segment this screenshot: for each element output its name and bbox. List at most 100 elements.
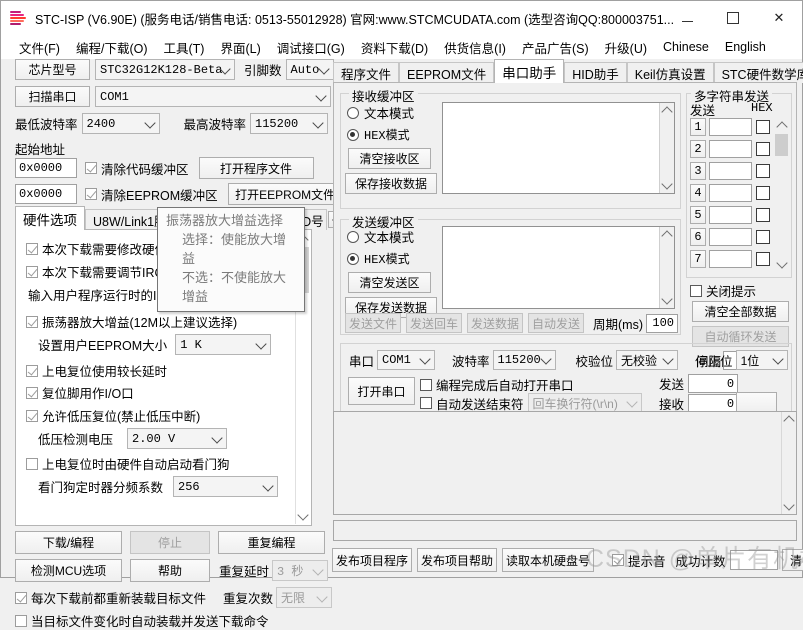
- clear-eeprom-buffer-checkbox[interactable]: 清除EEPROM缓冲区: [85, 185, 218, 204]
- menu-product-ads[interactable]: 产品广告(S): [514, 36, 597, 59]
- multistring-input-6[interactable]: [709, 228, 752, 246]
- oscillator-gain-checkbox[interactable]: 振荡器放大增益(12M以上建议选择): [26, 312, 237, 331]
- tab-serial-assistant[interactable]: 串口助手: [494, 59, 565, 83]
- download-program-button[interactable]: 下载/编程: [15, 531, 122, 554]
- multistring-scrollbar[interactable]: [774, 118, 789, 272]
- multistring-send-button-6[interactable]: 6: [690, 228, 706, 246]
- multistring-hex-checkbox-2[interactable]: [756, 142, 770, 156]
- multistring-send-button-2[interactable]: 2: [690, 140, 706, 158]
- publish-project-help-button[interactable]: 发布项目帮助: [417, 548, 497, 572]
- beep-checkbox[interactable]: 提示音: [612, 551, 666, 570]
- multistring-input-3[interactable]: [709, 162, 752, 180]
- clear-send-button[interactable]: 清空发送区: [348, 272, 431, 293]
- scroll-down-icon[interactable]: [661, 178, 673, 190]
- multistring-send-button-7[interactable]: 7: [690, 250, 706, 268]
- log-scrollbar[interactable]: [781, 412, 796, 514]
- menu-upgrade[interactable]: 升级(U): [597, 36, 655, 59]
- long-reset-delay-checkbox[interactable]: 上电复位使用较长延时: [26, 361, 167, 380]
- menu-chinese[interactable]: Chinese: [655, 38, 717, 56]
- send-scrollbar[interactable]: [659, 227, 674, 308]
- receive-text-mode-radio[interactable]: 文本模式: [347, 103, 414, 122]
- multistring-input-7[interactable]: [709, 250, 752, 268]
- scroll-down-icon[interactable]: [297, 509, 309, 521]
- multistring-input-1[interactable]: [709, 118, 752, 136]
- multistring-input-2[interactable]: [709, 140, 752, 158]
- open-eeprom-file-button[interactable]: 打开EEPROM文件: [227, 183, 343, 205]
- multistring-hex-checkbox-5[interactable]: [756, 208, 770, 222]
- auto-open-port-checkbox[interactable]: 编程完成后自动打开串口: [420, 375, 574, 394]
- multistring-input-5[interactable]: [709, 206, 752, 224]
- multistring-input-4[interactable]: [709, 184, 752, 202]
- allow-lvd-reset-checkbox[interactable]: 允许低压复位(禁止低压中断): [26, 406, 200, 425]
- open-program-file-button[interactable]: 打开程序文件: [198, 157, 314, 179]
- save-receive-button[interactable]: 保存接收数据: [345, 173, 437, 194]
- scroll-down-icon[interactable]: [775, 257, 788, 269]
- auto-watchdog-checkbox[interactable]: 上电复位时由硬件自动启动看门狗: [26, 454, 230, 473]
- tab-program-file[interactable]: 程序文件: [333, 62, 400, 83]
- chip-model-button[interactable]: 芯片型号: [15, 59, 90, 80]
- chip-model-select[interactable]: STC32G12K128-Beta: [95, 59, 235, 80]
- open-serial-port-button[interactable]: 打开串口: [348, 377, 415, 405]
- tab-eeprom-file[interactable]: EEPROM文件: [399, 62, 495, 83]
- menu-file[interactable]: 文件(F): [11, 36, 68, 59]
- serial-port-select[interactable]: COM1: [95, 86, 331, 107]
- send-buffer-textarea[interactable]: [442, 226, 675, 309]
- wdt-prescale-select[interactable]: 256: [173, 476, 279, 497]
- multistring-hex-checkbox-1[interactable]: [756, 120, 770, 134]
- log-output-box[interactable]: [333, 411, 797, 515]
- auto-reload-on-change-checkbox[interactable]: 当目标文件变化时自动装载并发送下载命令: [15, 611, 269, 630]
- multistring-hex-checkbox-4[interactable]: [756, 186, 770, 200]
- menu-interface[interactable]: 界面(L): [212, 36, 268, 59]
- scan-port-button[interactable]: 扫描串口: [15, 86, 90, 107]
- eeprom-size-select[interactable]: 1 K: [175, 334, 272, 355]
- tab-stc-math-library[interactable]: STC硬件数学库: [713, 62, 803, 83]
- scrollbar-thumb[interactable]: [775, 134, 788, 156]
- clear-success-count-button[interactable]: 清零: [781, 549, 803, 571]
- reset-as-io-checkbox[interactable]: 复位脚用作I/O口: [26, 383, 134, 402]
- clear-counters-button[interactable]: [736, 392, 777, 413]
- menu-program-download[interactable]: 编程/下载(O): [68, 36, 156, 59]
- menu-english[interactable]: English: [717, 38, 774, 56]
- lvd-voltage-select[interactable]: 2.00 V: [127, 428, 228, 449]
- serial-settings-port-select[interactable]: COM1: [377, 350, 436, 370]
- code-address-input[interactable]: 0x0000: [15, 158, 77, 178]
- clear-receive-button[interactable]: 清空接收区: [348, 148, 431, 169]
- scroll-up-icon[interactable]: [661, 230, 673, 242]
- minimize-button[interactable]: [664, 1, 710, 35]
- tab-hardware-options[interactable]: 硬件选项: [15, 206, 85, 230]
- scroll-down-icon[interactable]: [783, 499, 795, 511]
- send-period-input[interactable]: 100: [646, 313, 678, 333]
- pin-count-select[interactable]: Auto: [285, 59, 334, 80]
- clear-all-data-button[interactable]: 清空全部数据: [692, 301, 789, 322]
- scroll-up-icon[interactable]: [661, 106, 673, 118]
- clear-code-buffer-checkbox[interactable]: 清除代码缓冲区: [85, 159, 189, 178]
- send-text-mode-radio[interactable]: 文本模式: [347, 227, 414, 246]
- min-baud-select[interactable]: 2400: [81, 113, 160, 134]
- serial-stopbit-select[interactable]: 1位: [735, 350, 788, 370]
- auto-send-terminator-checkbox[interactable]: 自动发送结束符: [420, 394, 524, 413]
- read-disk-id-button[interactable]: 读取本机硬盘号: [502, 548, 594, 572]
- menu-tools[interactable]: 工具(T): [156, 36, 213, 59]
- multistring-send-button-5[interactable]: 5: [690, 206, 706, 224]
- max-baud-select[interactable]: 115200: [250, 113, 329, 134]
- repeat-program-button[interactable]: 重复编程: [218, 531, 325, 554]
- scroll-up-icon[interactable]: [783, 415, 795, 427]
- close-button[interactable]: ✕: [756, 1, 802, 35]
- multistring-send-button-4[interactable]: 4: [690, 184, 706, 202]
- scroll-down-icon[interactable]: [661, 293, 673, 305]
- tab-keil-simulation[interactable]: Keil仿真设置: [626, 62, 714, 83]
- menu-downloads[interactable]: 资料下载(D): [353, 36, 436, 59]
- reload-before-download-checkbox[interactable]: 每次下载前都重新装载目标文件: [15, 588, 206, 607]
- tab-hid-assistant[interactable]: HID助手: [564, 62, 627, 83]
- multistring-hex-checkbox-6[interactable]: [756, 230, 770, 244]
- terminator-select[interactable]: 回车换行符(\r\n): [527, 393, 642, 413]
- menu-supply-info[interactable]: 供货信息(I): [436, 36, 514, 59]
- multistring-hex-checkbox-3[interactable]: [756, 164, 770, 178]
- detect-mcu-options-button[interactable]: 检测MCU选项: [15, 559, 122, 582]
- publish-project-program-button[interactable]: 发布项目程序: [332, 548, 412, 572]
- multistring-send-button-3[interactable]: 3: [690, 162, 706, 180]
- repeat-count-select[interactable]: 无限: [276, 587, 333, 608]
- receive-scrollbar[interactable]: [659, 103, 674, 193]
- serial-baud-select[interactable]: 115200: [492, 350, 556, 370]
- receive-hex-mode-radio[interactable]: HEX模式: [347, 126, 410, 143]
